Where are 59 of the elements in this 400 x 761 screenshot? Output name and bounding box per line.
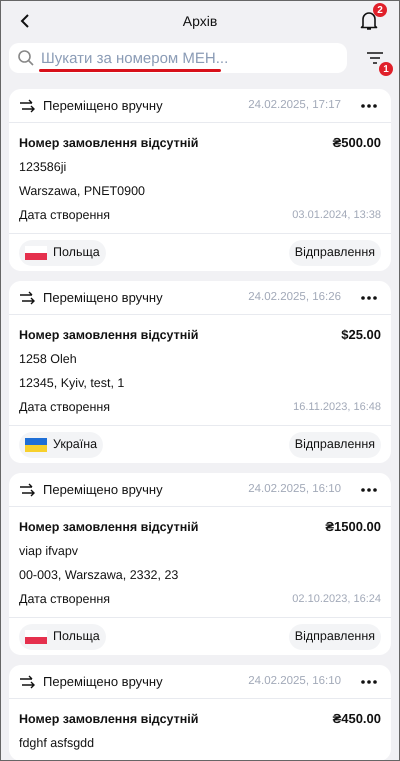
order-detail: 12345, Kyiv, test, 1 <box>19 374 124 392</box>
filter-button[interactable]: 1 <box>359 42 391 74</box>
more-icon <box>361 488 377 492</box>
order-title: Номер замовлення відсутній <box>19 326 198 344</box>
transfer-icon <box>19 482 35 496</box>
flag-icon <box>25 438 47 452</box>
more-icon <box>361 104 377 108</box>
status-text: Переміщено вручну <box>43 480 163 499</box>
date-label: Дата створення <box>19 206 110 224</box>
order-detail: fdghf asfsgdd <box>19 734 94 752</box>
timestamp: 24.02.2025, 16:10 <box>248 482 341 497</box>
status-text: Переміщено вручну <box>43 96 163 115</box>
country-chip: Польща <box>19 240 106 266</box>
country-chip: Україна <box>19 432 104 458</box>
order-card[interactable]: Переміщено вручну 24.02.2025, 16:26 Номер замовлення відсутній $25.00 1258 Oleh 12345, Kyiv, test, 1 Дата створення 16.11.2023, 16:48 Україна Відправлення <box>9 281 391 463</box>
date-label: Дата створення <box>19 590 110 608</box>
order-card[interactable]: Переміщено вручну 24.02.2025, 17:17 Номер замовлення відсутній ₴500.00 123586ji Warszawa, PNET0900 Дата створення 03.01.2024, 13:38 Польща Відправлення <box>9 89 391 271</box>
order-detail: 1258 Oleh <box>19 350 77 368</box>
order-detail: Warszawa, PNET0900 <box>19 182 145 200</box>
transfer-icon <box>19 290 35 304</box>
order-amount: ₴450.00 <box>332 710 381 728</box>
search-field[interactable]: Шукати за номером МЕН... <box>9 43 347 73</box>
back-icon <box>20 13 30 29</box>
created-date: 16.11.2023, 16:48 <box>293 400 381 415</box>
timestamp: 24.02.2025, 16:10 <box>248 674 341 689</box>
order-detail: 00-003, Warszawa, 2332, 23 <box>19 566 178 584</box>
status-text: Переміщено вручну <box>43 288 163 307</box>
order-title: Номер замовлення відсутній <box>19 134 198 152</box>
order-card[interactable]: Переміщено вручну 24.02.2025, 16:10 Номер замовлення відсутній ₴1500.00 viap ifvapv 00-003, Warszawa, 2332, 23 Дата створення 02.10.2023, 16:24 Польща Відправлення <box>9 473 391 655</box>
created-date: 03.01.2024, 13:38 <box>292 208 381 223</box>
notification-badge: 2 <box>373 3 387 17</box>
status-chip: Відправлення <box>288 240 381 266</box>
created-date: 02.10.2023, 16:24 <box>292 592 381 607</box>
more-icon <box>361 296 377 300</box>
order-detail: viap ifvapv <box>19 542 78 560</box>
transfer-icon <box>19 674 35 688</box>
date-label: Дата створення <box>19 398 110 416</box>
filter-icon <box>366 51 384 65</box>
status-chip: Відправлення <box>288 432 381 458</box>
more-icon <box>361 680 377 684</box>
order-amount: ₴1500.00 <box>325 518 381 536</box>
country-chip: Польща <box>19 624 106 650</box>
search-icon <box>17 49 35 67</box>
transfer-icon <box>19 98 35 112</box>
order-title: Номер замовлення відсутній <box>19 710 198 728</box>
timestamp: 24.02.2025, 17:17 <box>248 98 341 113</box>
order-title: Номер замовлення відсутній <box>19 518 198 536</box>
order-amount: $25.00 <box>341 326 381 344</box>
flag-icon <box>25 630 47 644</box>
order-amount: ₴500.00 <box>332 134 381 152</box>
timestamp: 24.02.2025, 16:26 <box>248 290 341 305</box>
screen-title: Архів <box>182 12 218 31</box>
bell-icon <box>360 11 378 31</box>
status-chip: Відправлення <box>288 624 381 650</box>
flag-icon <box>25 246 47 260</box>
filter-badge: 1 <box>379 62 393 76</box>
order-detail: 123586ji <box>19 158 66 176</box>
order-card[interactable]: Переміщено вручну 24.02.2025, 16:10 Номер замовлення відсутній ₴450.00 fdghf asfsgdd <box>9 665 391 760</box>
status-text: Переміщено вручну <box>43 672 163 691</box>
